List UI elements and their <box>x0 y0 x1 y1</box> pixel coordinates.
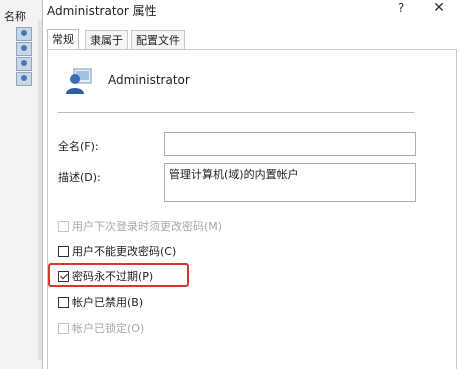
user-name: Administrator <box>108 73 190 87</box>
separator <box>58 112 414 113</box>
option-cannot-change-password[interactable]: 用户不能更改密码(C) <box>58 243 176 259</box>
tab-general[interactable]: 常规 <box>47 29 79 50</box>
checkbox[interactable] <box>58 220 69 232</box>
option-account-disabled[interactable]: 帐户已禁用(B) <box>58 294 143 310</box>
highlight-box <box>48 263 189 287</box>
option-account-locked[interactable]: 帐户已锁定(O) <box>58 320 144 336</box>
full-name-label: 全名(F): <box>58 140 99 153</box>
checkbox[interactable] <box>58 322 69 334</box>
description-field[interactable]: 管理计算机(域)的内置帐户 <box>164 163 416 202</box>
title-bar[interactable]: Administrator 属性 ? ✕ <box>43 0 461 20</box>
checkbox[interactable] <box>58 296 69 308</box>
user-list <box>16 27 32 87</box>
user-account-icon <box>66 68 92 94</box>
user-icon[interactable] <box>16 72 32 86</box>
general-panel: Administrator 全名(F): 描述(D): 管理计算机(域)的内置帐… <box>47 49 457 369</box>
close-button[interactable]: ✕ <box>427 0 451 20</box>
option-must-change-password[interactable]: 用户下次登录时须更改密码(M) <box>58 218 222 234</box>
column-header-name[interactable]: 名称 <box>4 8 40 24</box>
properties-dialog: Administrator 属性 ? ✕ 常规 隶属于 配置文件 Adminis… <box>42 0 461 369</box>
user-icon[interactable] <box>16 27 32 41</box>
user-icon[interactable] <box>16 57 32 71</box>
description-label: 描述(D): <box>58 171 101 184</box>
checkbox[interactable] <box>58 245 69 257</box>
tab-member-of[interactable]: 隶属于 <box>85 30 128 49</box>
option-label: 帐户已禁用(B) <box>72 296 144 309</box>
option-label: 帐户已锁定(O) <box>72 322 145 335</box>
help-button[interactable]: ? <box>391 0 411 20</box>
full-name-field[interactable] <box>164 132 416 156</box>
dialog-title: Administrator 属性 <box>47 4 157 18</box>
option-label: 用户下次登录时须更改密码(M) <box>72 220 223 233</box>
tab-profile[interactable]: 配置文件 <box>131 30 185 49</box>
user-icon[interactable] <box>16 42 32 56</box>
background-window: 名称 <box>0 0 43 369</box>
option-label: 用户不能更改密码(C) <box>72 245 177 258</box>
